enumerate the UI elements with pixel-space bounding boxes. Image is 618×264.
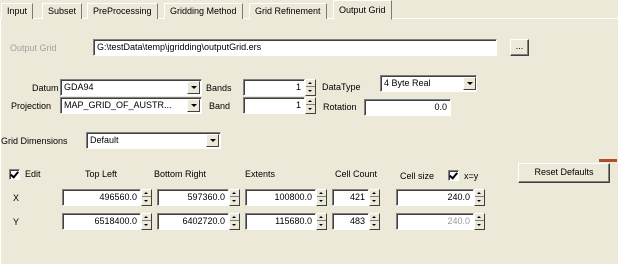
bands-spinner[interactable]: [305, 79, 316, 96]
spin-down-arrow-icon[interactable]: [142, 222, 151, 229]
datatype-value: 4 Byte Real: [384, 78, 431, 88]
tab-gridding-method[interactable]: Gridding Method: [164, 3, 243, 19]
spin-up-arrow-icon[interactable]: [230, 190, 239, 197]
y-top-left-spinner[interactable]: [141, 213, 152, 230]
datatype-label: DataType: [322, 82, 361, 92]
datatype-dropdown-chevron-icon[interactable]: [463, 77, 476, 90]
output-grid-panel: Output Grid G:\testData\temp\jgridding\o…: [0, 19, 617, 264]
spin-down-arrow-icon[interactable]: [317, 222, 326, 229]
x-cell-count-field[interactable]: 421: [332, 189, 369, 206]
bands-up-arrow-icon[interactable]: [306, 80, 315, 87]
x-cell-count-spinner[interactable]: [369, 189, 380, 206]
spin-up-arrow-icon[interactable]: [142, 214, 151, 221]
tab-subset[interactable]: Subset: [42, 3, 83, 19]
extents-header: Extents: [245, 169, 276, 179]
spin-up-arrow-icon[interactable]: [475, 214, 484, 221]
cell-size-header: Cell size: [400, 171, 435, 181]
x-top-left-spinner[interactable]: [141, 189, 152, 206]
spin-down-arrow-icon[interactable]: [475, 198, 484, 205]
bands-label: Bands: [206, 83, 232, 93]
band-field[interactable]: 1: [243, 97, 305, 114]
projection-dropdown-chevron-icon[interactable]: [187, 99, 200, 112]
edit-checkbox[interactable]: [9, 169, 20, 180]
xy-label: x=y: [464, 171, 479, 181]
y-bottom-right-field[interactable]: 6402720.0: [157, 213, 229, 230]
datum-label: Datum: [32, 83, 59, 93]
accent-marker: [599, 159, 617, 162]
edit-label: Edit: [25, 169, 41, 179]
row-y-label: Y: [13, 217, 20, 227]
band-spinner[interactable]: [305, 97, 316, 114]
x-bottom-right-field[interactable]: 597360.0: [157, 189, 229, 206]
x-extents-spinner[interactable]: [316, 189, 327, 206]
bands-field[interactable]: 1: [243, 79, 305, 96]
grid-dimensions-value: Default: [90, 135, 119, 145]
output-grid-label: Output Grid: [10, 43, 57, 53]
y-extents-field[interactable]: 115680.0: [245, 213, 316, 230]
x-top-left-field[interactable]: 496560.0: [62, 189, 141, 206]
grid-dimensions-dropdown-chevron-icon[interactable]: [206, 134, 219, 147]
y-cell-size-spinner[interactable]: [474, 213, 485, 230]
cell-count-header: Cell Count: [335, 169, 378, 179]
rotation-label: Rotation: [323, 102, 357, 112]
spin-down-arrow-icon[interactable]: [317, 198, 326, 205]
y-cell-count-spinner[interactable]: [369, 213, 380, 230]
browse-button[interactable]: ...: [510, 39, 529, 56]
band-down-arrow-icon[interactable]: [306, 106, 315, 113]
spin-down-arrow-icon[interactable]: [370, 198, 379, 205]
projection-value: MAP_GRID_OF_AUSTR...: [64, 100, 172, 110]
y-cell-size-field[interactable]: 240.0: [396, 213, 474, 230]
y-bottom-right-spinner[interactable]: [229, 213, 240, 230]
projection-label: Projection: [11, 101, 52, 111]
spin-down-arrow-icon[interactable]: [370, 222, 379, 229]
spin-up-arrow-icon[interactable]: [317, 214, 326, 221]
spin-down-arrow-icon[interactable]: [475, 222, 484, 229]
spin-down-arrow-icon[interactable]: [142, 198, 151, 205]
spin-up-arrow-icon[interactable]: [317, 190, 326, 197]
tab-input[interactable]: Input: [1, 3, 34, 19]
datum-value: GDA94: [64, 82, 94, 92]
spin-up-arrow-icon[interactable]: [475, 190, 484, 197]
band-label: Band: [209, 101, 231, 111]
y-cell-count-field[interactable]: 483: [332, 213, 369, 230]
reset-defaults-button[interactable]: Reset Defaults: [518, 163, 610, 183]
spin-up-arrow-icon[interactable]: [142, 190, 151, 197]
datum-select[interactable]: GDA94: [60, 79, 202, 96]
tab-preprocessing[interactable]: PreProcessing: [87, 3, 158, 19]
grid-dimensions-label: Grid Dimensions: [1, 136, 68, 146]
band-up-arrow-icon[interactable]: [306, 98, 315, 105]
datum-dropdown-chevron-icon[interactable]: [187, 81, 200, 94]
spin-up-arrow-icon[interactable]: [370, 190, 379, 197]
bands-down-arrow-icon[interactable]: [306, 88, 315, 95]
rotation-field[interactable]: 0.0: [364, 99, 451, 116]
tab-grid-refinement[interactable]: Grid Refinement: [249, 3, 327, 19]
top-left-header: Top Left: [85, 169, 118, 179]
spin-up-arrow-icon[interactable]: [230, 214, 239, 221]
x-cell-size-field[interactable]: 240.0: [396, 189, 474, 206]
grid-dimensions-select[interactable]: Default: [86, 132, 221, 149]
spin-down-arrow-icon[interactable]: [230, 198, 239, 205]
tab-bar: Input Subset PreProcessing Gridding Meth…: [0, 0, 618, 20]
row-x-label: X: [13, 193, 20, 203]
projection-select[interactable]: MAP_GRID_OF_AUSTR...: [60, 97, 202, 114]
x-bottom-right-spinner[interactable]: [229, 189, 240, 206]
spin-up-arrow-icon[interactable]: [370, 214, 379, 221]
spin-down-arrow-icon[interactable]: [230, 222, 239, 229]
x-extents-field[interactable]: 100800.0: [245, 189, 316, 206]
tab-output-grid[interactable]: Output Grid: [333, 0, 392, 20]
x-cell-size-spinner[interactable]: [474, 189, 485, 206]
output-grid-path-field[interactable]: G:\testData\temp\jgridding\outputGrid.er…: [93, 39, 497, 56]
y-top-left-field[interactable]: 6518400.0: [62, 213, 141, 230]
xy-checkbox[interactable]: [448, 170, 459, 181]
bottom-right-header: Bottom Right: [154, 169, 207, 179]
y-extents-spinner[interactable]: [316, 213, 327, 230]
